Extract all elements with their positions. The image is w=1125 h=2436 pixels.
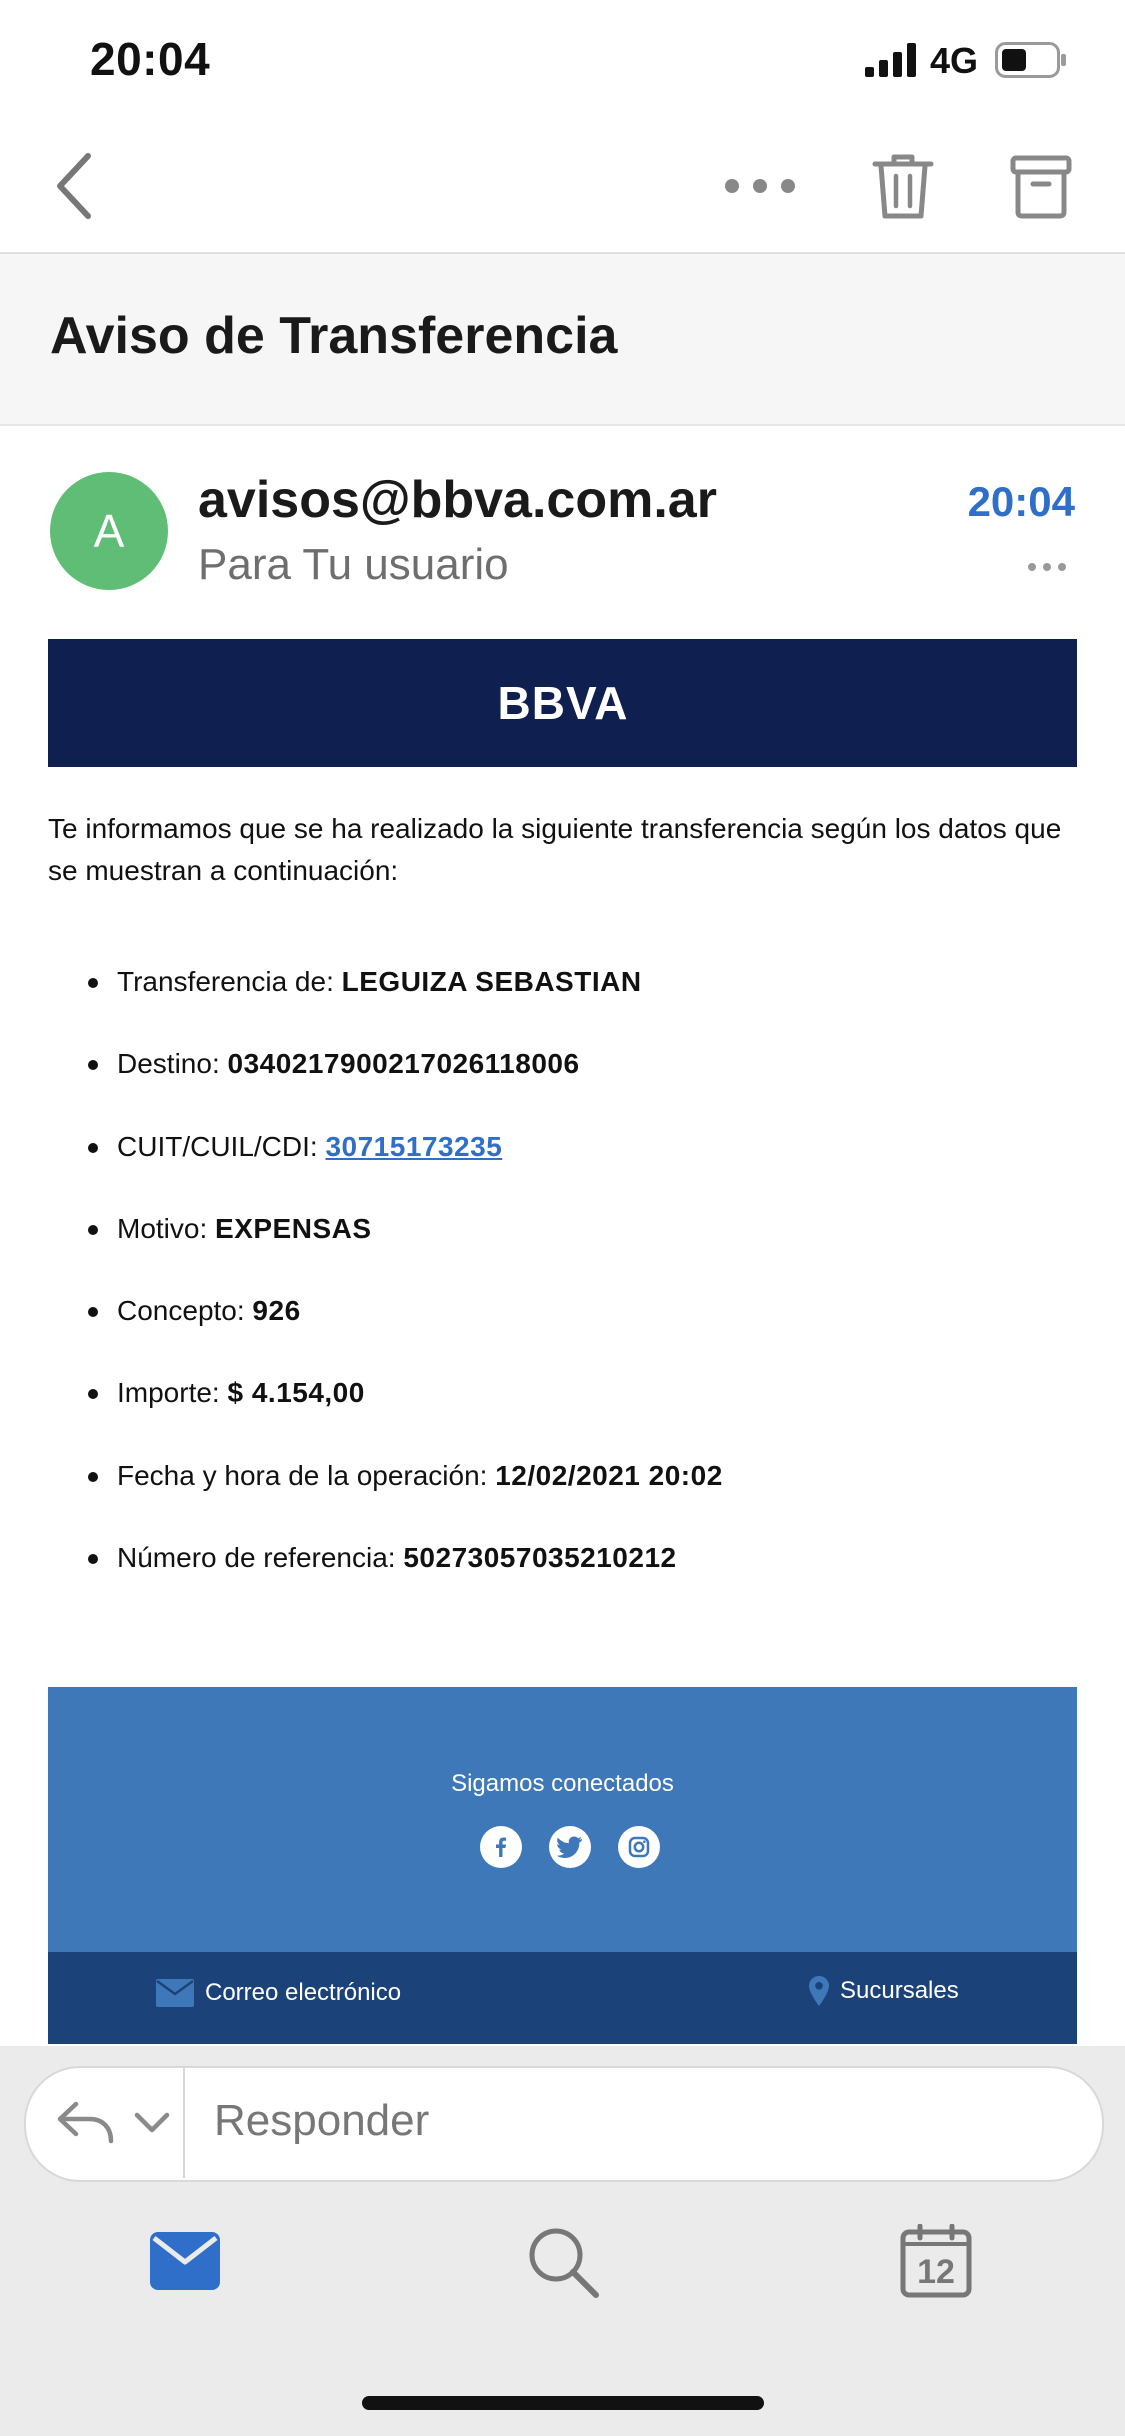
email-contact-link[interactable]: Correo electrónico <box>155 1978 401 2008</box>
detail-value: EXPENSAS <box>215 1212 372 1244</box>
detail-label: Destino: <box>117 1048 220 1080</box>
list-item: CUIT/CUIL/CDI: 30715173235 <box>48 1115 1078 1197</box>
detail-label: CUIT/CUIL/CDI: <box>117 1130 318 1162</box>
ellipsis-icon <box>1028 563 1066 571</box>
chevron-down-icon[interactable] <box>134 2112 170 2134</box>
bbva-banner: BBVA <box>48 639 1077 767</box>
branches-label: Sucursales <box>840 1977 959 2004</box>
twitter-icon[interactable] <box>549 1826 591 1868</box>
list-item: Fecha y hora de la operación: 12/02/2021… <box>48 1444 1078 1526</box>
delete-button[interactable] <box>872 152 934 220</box>
detail-value: 0340217900217026118006 <box>227 1048 580 1080</box>
detail-label: Fecha y hora de la operación: <box>117 1459 488 1491</box>
list-item: Concepto: 926 <box>48 1279 1078 1361</box>
envelope-icon <box>156 1979 194 2007</box>
detail-value: 12/02/2021 20:02 <box>495 1459 723 1491</box>
email-time: 20:04 <box>967 478 1075 525</box>
reply-bar[interactable] <box>24 2066 1104 2182</box>
calendar-day: 12 <box>917 2253 955 2291</box>
social-caption: Sigamos conectados <box>451 1770 674 1797</box>
list-item: Motivo: EXPENSAS <box>48 1197 1078 1279</box>
instagram-icon[interactable] <box>618 1826 660 1868</box>
detail-label: Concepto: <box>117 1295 245 1327</box>
twitter-bird-icon <box>557 1836 582 1858</box>
recipient-line[interactable]: Para Tu usuario <box>198 540 509 590</box>
list-item: Destino: 0340217900217026118006 <box>48 1032 1078 1114</box>
detail-value: 926 <box>252 1295 301 1327</box>
archive-icon <box>1010 155 1072 219</box>
trash-icon <box>872 154 934 219</box>
detail-value: LEGUIZA SEBASTIAN <box>341 966 642 997</box>
cuit-link[interactable]: 30715173235 <box>325 1131 502 1162</box>
social-section <box>48 1687 1077 1952</box>
list-item: Transferencia de: LEGUIZA SEBASTIAN <box>48 950 1078 1032</box>
archive-button[interactable] <box>1010 152 1072 220</box>
detail-label: Importe: <box>117 1377 220 1409</box>
instagram-camera-icon <box>628 1836 650 1858</box>
email-contact-label: Correo electrónico <box>205 1979 402 2006</box>
list-item: Importe: $ 4.154,00 <box>48 1361 1078 1443</box>
sender-email[interactable]: avisos@bbva.com.ar <box>198 470 717 530</box>
list-item: Número de referencia: 50273057035210212 <box>48 1526 1078 1608</box>
facebook-glyph-icon <box>496 1837 507 1857</box>
intro-text: Te informamos que se ha realizado la sig… <box>48 813 1062 886</box>
chevron-left-icon <box>57 153 91 219</box>
home-indicator <box>362 2396 764 2410</box>
back-button[interactable] <box>50 150 100 222</box>
transfer-details-list: Transferencia de: LEGUIZA SEBASTIAN Dest… <box>48 950 1078 1608</box>
facebook-icon[interactable] <box>480 1826 522 1868</box>
reply-divider <box>183 2068 185 2178</box>
detail-value: $ 4.154,00 <box>227 1377 365 1409</box>
message-options-button[interactable] <box>1026 560 1068 574</box>
branches-link[interactable]: Sucursales <box>808 1975 959 2007</box>
mail-tab-icon[interactable] <box>150 2232 220 2290</box>
calendar-tab-icon[interactable]: 12 <box>900 2224 972 2298</box>
bbva-logo: BBVA <box>497 679 628 727</box>
status-time: 20:04 <box>90 33 211 85</box>
detail-value: 50273057035210212 <box>403 1542 677 1574</box>
signal-icon <box>865 43 916 77</box>
detail-label: Transferencia de: <box>117 966 334 997</box>
network-label: 4G <box>930 40 979 81</box>
battery-icon <box>995 42 1066 78</box>
ellipsis-icon <box>725 179 795 193</box>
bbva-logo-text: BBVA <box>497 679 628 727</box>
sender-avatar[interactable]: A <box>50 472 168 590</box>
reply-input[interactable]: Responder <box>214 2096 429 2146</box>
search-tab-icon[interactable] <box>525 2224 601 2300</box>
email-subject: Aviso de Transferencia <box>50 307 618 365</box>
detail-label: Motivo: <box>117 1212 208 1244</box>
location-pin-icon <box>809 1976 829 2006</box>
nav-bar <box>0 120 1125 254</box>
more-options-button[interactable] <box>720 162 800 210</box>
reply-arrow-icon[interactable] <box>56 2098 116 2146</box>
detail-label: Número de referencia: <box>117 1542 396 1574</box>
